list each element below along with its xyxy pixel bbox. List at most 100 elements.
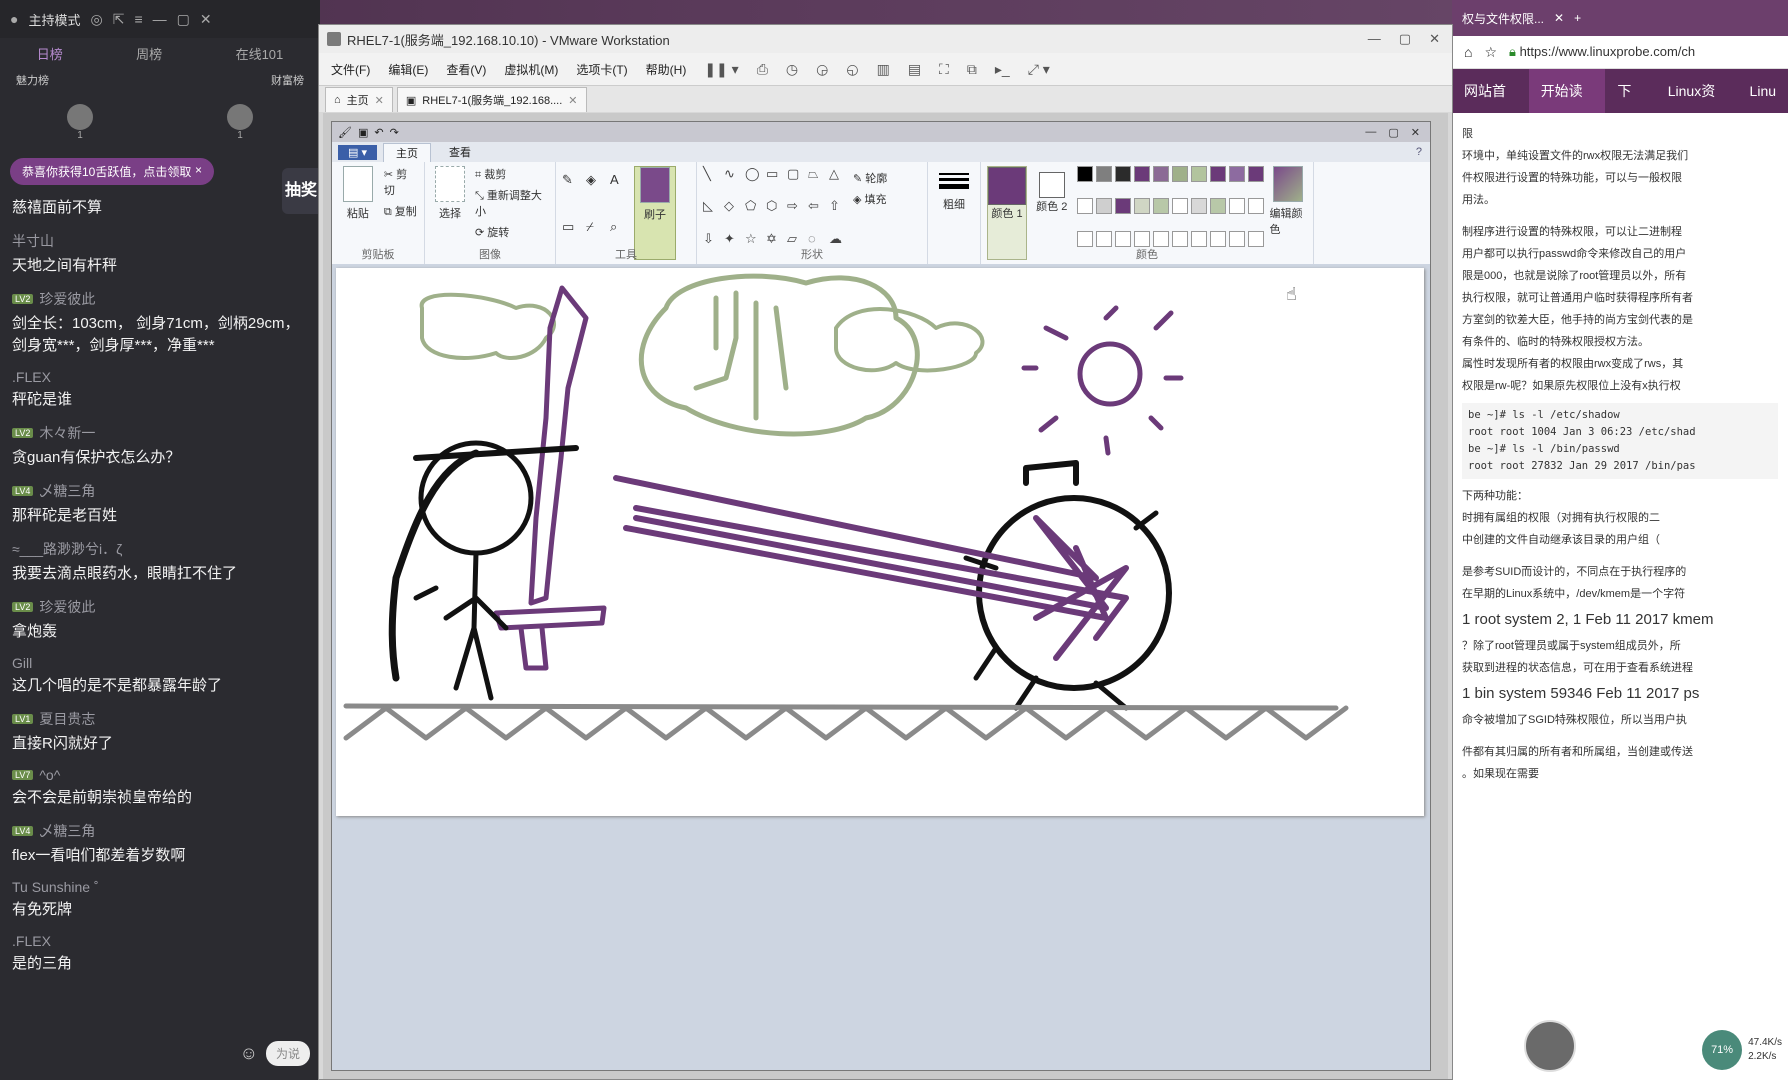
color-swatch[interactable] (1190, 198, 1207, 215)
menu-help[interactable]: 帮助(H) (646, 61, 687, 78)
text-icon[interactable]: A (610, 172, 628, 213)
minimize-icon[interactable]: — (1368, 31, 1381, 47)
resize-button[interactable]: ⤡ 重新调整大小 (475, 187, 549, 219)
color-swatch[interactable] (1114, 230, 1131, 247)
pentagon-icon[interactable]: ⬠ (745, 198, 763, 227)
color-swatch[interactable] (1228, 198, 1245, 215)
rounded-rect-icon[interactable]: ▢ (787, 166, 805, 195)
chat-user[interactable]: LV2 珍爱彼此 (12, 597, 308, 617)
chat-user[interactable]: LV2 珍爱彼此 (12, 289, 308, 309)
color-swatch[interactable] (1171, 230, 1188, 247)
help-icon[interactable]: ? (1416, 146, 1430, 158)
new-tab-icon[interactable]: + (1574, 11, 1581, 25)
network-ball[interactable]: 71% (1702, 1030, 1743, 1070)
color-swatch[interactable] (1247, 230, 1264, 247)
nav-home[interactable]: 网站首页 (1452, 69, 1529, 143)
color-swatch[interactable] (1228, 166, 1245, 182)
chat-user[interactable]: ≈___路渺渺兮i．ζ (12, 539, 308, 559)
fullscreen-icon[interactable]: ⛶ (939, 61, 949, 78)
cut-button[interactable]: ✂ 剪切 (384, 166, 418, 198)
color-swatch[interactable] (1152, 230, 1169, 247)
color-swatch[interactable] (1152, 198, 1169, 215)
menu-file[interactable]: 文件(F) (331, 61, 370, 78)
color-swatch[interactable] (1095, 230, 1112, 247)
maximize-icon[interactable]: ▢ (1399, 31, 1411, 47)
quick-save-icon[interactable]: ▣ (358, 126, 368, 139)
size-button[interactable]: 粗细 (934, 166, 974, 260)
unity-icon[interactable]: ⧉ (967, 61, 977, 78)
tab-daily[interactable]: 日榜 (37, 44, 63, 63)
tab-home[interactable]: 主页 (382, 142, 431, 162)
nav-linux[interactable]: Linu (1738, 69, 1788, 113)
tab-home[interactable]: ⌂ 主页 ✕ (325, 87, 393, 112)
chat-user[interactable]: Tu Sunshine ˚ (12, 879, 308, 895)
nav-linux-news[interactable]: Linux资讯 (1656, 69, 1738, 143)
stretch-icon[interactable]: ⤢ ▾ (1028, 61, 1050, 78)
chat-user[interactable]: 半寸山 (12, 231, 308, 251)
reward-notice[interactable]: 恭喜你获得10舌跃值，点击领取 × (10, 158, 214, 185)
chat-user[interactable]: LV4 乄糖三角 (12, 821, 308, 841)
close-icon[interactable]: ✕ (1429, 31, 1440, 47)
console-icon[interactable]: ▸_ (995, 61, 1010, 78)
right-triangle-icon[interactable]: ◺ (703, 198, 721, 227)
redo-icon[interactable]: ↷ (390, 126, 399, 139)
chat-user[interactable]: Gill (12, 655, 308, 671)
popout-icon[interactable]: ⇱ (113, 11, 125, 28)
lottery-button[interactable]: 抽奖 (282, 168, 320, 214)
color-swatch[interactable] (1114, 166, 1131, 182)
color-swatch[interactable] (1171, 198, 1188, 215)
avatar[interactable]: ● (10, 11, 18, 27)
color-swatch[interactable] (1247, 198, 1264, 215)
maximize-icon[interactable]: ▢ (177, 11, 190, 28)
minimize-icon[interactable]: — (153, 11, 167, 27)
url-field[interactable]: 🔒︎ https://www.linuxprobe.com/ch (1509, 44, 1695, 60)
color-swatch[interactable] (1209, 166, 1226, 182)
diamond-icon[interactable]: ◇ (724, 198, 742, 227)
color-swatch[interactable] (1133, 198, 1150, 215)
fill-button[interactable]: ◈ 填充 (853, 191, 887, 207)
crop-button[interactable]: ⌗ 裁剪 (475, 166, 549, 182)
triangle-icon[interactable]: △ (829, 166, 847, 195)
hexagon-icon[interactable]: ⬡ (766, 198, 784, 227)
snapshot-icon[interactable]: ◷ (786, 61, 798, 78)
color-swatch[interactable] (1114, 198, 1131, 215)
color-swatch[interactable] (1209, 198, 1226, 215)
close-icon[interactable]: ✕ (200, 11, 212, 28)
file-menu-button[interactable]: ▤ ▾ (338, 144, 377, 160)
menu-edit[interactable]: 编辑(E) (388, 61, 428, 78)
menu-vm[interactable]: 虚拟机(M) (504, 61, 558, 78)
drawing-canvas[interactable]: ☝ (336, 268, 1424, 816)
color-swatch[interactable] (1190, 230, 1207, 247)
snapshot-manager-icon[interactable]: ◵ (846, 61, 858, 78)
color-swatch[interactable] (1076, 166, 1093, 182)
color-swatch[interactable] (1133, 230, 1150, 247)
undo-icon[interactable]: ↶ (374, 126, 383, 139)
arrow-left-icon[interactable]: ⇦ (808, 198, 826, 227)
color-swatch[interactable] (1152, 166, 1169, 182)
tab-online[interactable]: 在线101 (236, 44, 284, 63)
color-swatch[interactable] (1095, 166, 1112, 182)
menu-tabs[interactable]: 选项卡(T) (576, 61, 627, 78)
host-mode-label[interactable]: 主持模式 (28, 10, 80, 29)
pencil-icon[interactable]: ✎ (562, 172, 580, 213)
arrow-up-icon[interactable]: ⇧ (829, 198, 847, 227)
maximize-icon[interactable]: ▢ (1388, 126, 1398, 139)
menu-icon[interactable]: ≡ (134, 11, 142, 27)
settings-icon[interactable]: ◎ (90, 11, 102, 28)
chat-user[interactable]: LV1 夏目贵志 (12, 709, 308, 729)
tab-rhel[interactable]: ▣ RHEL7-1(服务端_192.168.... ✕ (396, 87, 587, 112)
home-icon[interactable]: ⌂ (1464, 44, 1472, 60)
tab-weekly[interactable]: 周榜 (136, 44, 162, 63)
color-swatch[interactable] (1190, 166, 1207, 182)
color-swatch[interactable] (1095, 198, 1112, 215)
browser-tab[interactable]: 权与文件权限... (1462, 10, 1544, 27)
color-swatch[interactable] (1133, 166, 1150, 182)
star-icon[interactable]: ☆ (1484, 44, 1497, 61)
color-swatch[interactable] (1247, 166, 1264, 182)
avatar[interactable] (67, 103, 93, 130)
curve-icon[interactable]: ∿ (724, 166, 742, 195)
chat-user[interactable]: LV7 ^o^ (12, 767, 308, 783)
close-icon[interactable]: × (195, 163, 202, 180)
copy-button[interactable]: ⧉ 复制 (384, 203, 418, 219)
chat-user[interactable]: .FLEX (12, 369, 308, 385)
